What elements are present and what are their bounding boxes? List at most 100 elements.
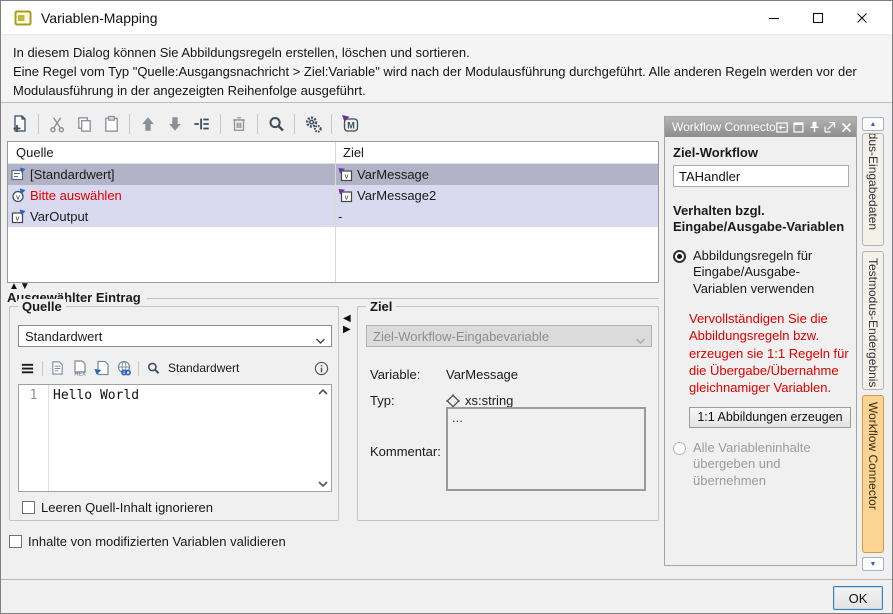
new-rule-button[interactable]	[8, 112, 32, 136]
paste-button[interactable]	[99, 112, 123, 136]
float-panel-button[interactable]	[823, 120, 837, 134]
table-row[interactable]: v Bitte auswählen v VarMessage2	[8, 185, 658, 206]
svg-text:v: v	[345, 172, 349, 181]
search-icon	[267, 115, 286, 134]
rule-target: -	[338, 209, 342, 224]
window-title: Variablen-Mapping	[41, 10, 157, 26]
create-mappings-button[interactable]: 1:1 Abbildungen erzeugen	[689, 407, 851, 428]
close-panel-button[interactable]	[839, 120, 853, 134]
ziel-type-select: Ziel-Workflow-Eingabevariable	[366, 325, 652, 347]
quelle-editor-toolbar: HEX Standardwert	[18, 357, 330, 379]
tab-testmodus-eingabedaten[interactable]: Testmodus-Eingabedaten	[862, 133, 884, 246]
new-rule-icon	[10, 114, 30, 134]
move-up-icon	[139, 115, 157, 133]
radio-label: Abbildungsregeln für Eingabe/Ausgabe-Var…	[693, 248, 848, 299]
settings-button[interactable]	[301, 112, 325, 136]
tab-testmodus-endergebnis[interactable]: Testmodus-Endergebnis	[862, 251, 884, 390]
move-into-button[interactable]	[190, 112, 214, 136]
dock-left-button[interactable]	[775, 120, 789, 134]
text-view-button[interactable]	[48, 359, 67, 378]
checkbox-box[interactable]	[9, 535, 22, 548]
table-row[interactable]: [Standardwert] v VarMessage	[8, 164, 658, 185]
rule-source: VarOutput	[30, 209, 88, 224]
pin-panel-button[interactable]	[807, 120, 821, 134]
copy-button[interactable]	[72, 112, 96, 136]
svg-text:HEX: HEX	[74, 372, 86, 377]
maximize-button[interactable]	[796, 1, 840, 35]
search-source-button[interactable]	[144, 359, 163, 378]
mapping-warning-text: Vervollständigen Sie die Abbildungsregel…	[689, 310, 849, 396]
move-up-button[interactable]	[136, 112, 160, 136]
editor-content[interactable]: Hello World	[49, 385, 315, 491]
panel-splitter[interactable]: ◀ ▶	[343, 313, 351, 335]
macro-icon: M	[340, 114, 360, 134]
variable-row: Variable: VarMessage	[370, 367, 518, 382]
dialog-footer: OK	[1, 579, 892, 614]
default-value-icon	[11, 167, 26, 182]
paste-icon	[102, 115, 121, 134]
import-file-button[interactable]	[92, 359, 111, 378]
ziel-type-value: Ziel-Workflow-Eingabevariable	[373, 329, 549, 344]
table-row[interactable]: v VarOutput -	[8, 206, 658, 227]
maximize-panel-button[interactable]	[791, 120, 805, 134]
search-button[interactable]	[264, 112, 288, 136]
editor-scrollbar[interactable]	[315, 385, 331, 491]
toolbar-separator	[220, 114, 221, 134]
menu-button[interactable]	[18, 359, 37, 378]
ziel-workflow-input[interactable]	[673, 165, 849, 187]
source-content-editor[interactable]: 1 Hello World	[18, 384, 332, 492]
tabs-scroll-down-button[interactable]: ▼	[862, 557, 884, 571]
menu-icon	[20, 361, 35, 376]
toolbar-separator	[294, 114, 295, 134]
panel-header-buttons	[775, 120, 853, 134]
cut-icon	[48, 115, 67, 134]
info-icon	[314, 361, 329, 376]
cut-button[interactable]	[45, 112, 69, 136]
quelle-group-label: Quelle	[18, 299, 66, 314]
radio-selected-icon[interactable]	[673, 250, 686, 263]
hex-view-button[interactable]: HEX	[70, 359, 89, 378]
checkbox-label: Leeren Quell-Inhalt ignorieren	[41, 500, 213, 515]
ignore-empty-source-checkbox[interactable]: Leeren Quell-Inhalt ignorieren	[22, 500, 213, 515]
radio-label: Alle Variableninhalte übergeben und über…	[693, 440, 848, 491]
typ-value: xs:string	[465, 393, 513, 408]
kommentar-label-row: Kommentar:	[370, 444, 446, 459]
scroll-up-icon	[317, 388, 329, 396]
collapse-left-icon: ◀	[343, 313, 351, 324]
selected-entry-section: Ausgewählter Eintrag	[7, 290, 659, 305]
table-header: Quelle Ziel	[8, 142, 658, 164]
panel-titlebar[interactable]: Workflow Connector	[665, 117, 856, 137]
chevron-down-icon	[635, 333, 646, 348]
rule-source: Bitte auswählen	[30, 188, 122, 203]
svg-text:v: v	[345, 193, 349, 202]
variablen-mapping-dialog: Variablen-Mapping In diesem Dialog könne…	[0, 0, 893, 614]
tabs-scroll-up-button[interactable]: ▲	[862, 117, 884, 131]
move-down-button[interactable]	[163, 112, 187, 136]
ziel-group-label: Ziel	[366, 299, 396, 314]
mapping-rules-radio[interactable]: Abbildungsregeln für Eingabe/Ausgabe-Var…	[673, 248, 848, 299]
macro-button[interactable]: M	[338, 112, 362, 136]
column-header-quelle: Quelle	[8, 145, 335, 160]
delete-button[interactable]	[227, 112, 251, 136]
minimize-button[interactable]	[752, 1, 796, 35]
validate-modified-checkbox[interactable]: Inhalte von modifizierten Variablen vali…	[9, 534, 286, 549]
info-button[interactable]	[312, 359, 330, 377]
rules-toolbar: M	[8, 111, 362, 137]
scroll-down-icon	[317, 480, 329, 488]
app-icon	[14, 9, 32, 27]
description-line-1: In diesem Dialog können Sie Abbildungsre…	[13, 43, 880, 62]
chevron-down-icon	[315, 333, 326, 348]
close-button[interactable]	[840, 1, 884, 35]
link-resource-button[interactable]	[114, 359, 133, 378]
quelle-type-select[interactable]: Standardwert	[18, 325, 332, 347]
description-line-2: Eine Regel vom Typ "Quelle:Ausgangsnachr…	[13, 62, 880, 100]
panel-title: Workflow Connector	[672, 120, 775, 134]
xsd-type-icon	[446, 394, 460, 408]
ziel-workflow-label: Ziel-Workflow	[673, 145, 848, 160]
search-icon	[146, 361, 161, 376]
tab-workflow-connector[interactable]: Workflow Connector	[862, 395, 884, 553]
toolbar-separator	[257, 114, 258, 134]
copy-icon	[75, 115, 94, 134]
checkbox-box[interactable]	[22, 501, 35, 514]
ok-button[interactable]: OK	[833, 586, 883, 610]
